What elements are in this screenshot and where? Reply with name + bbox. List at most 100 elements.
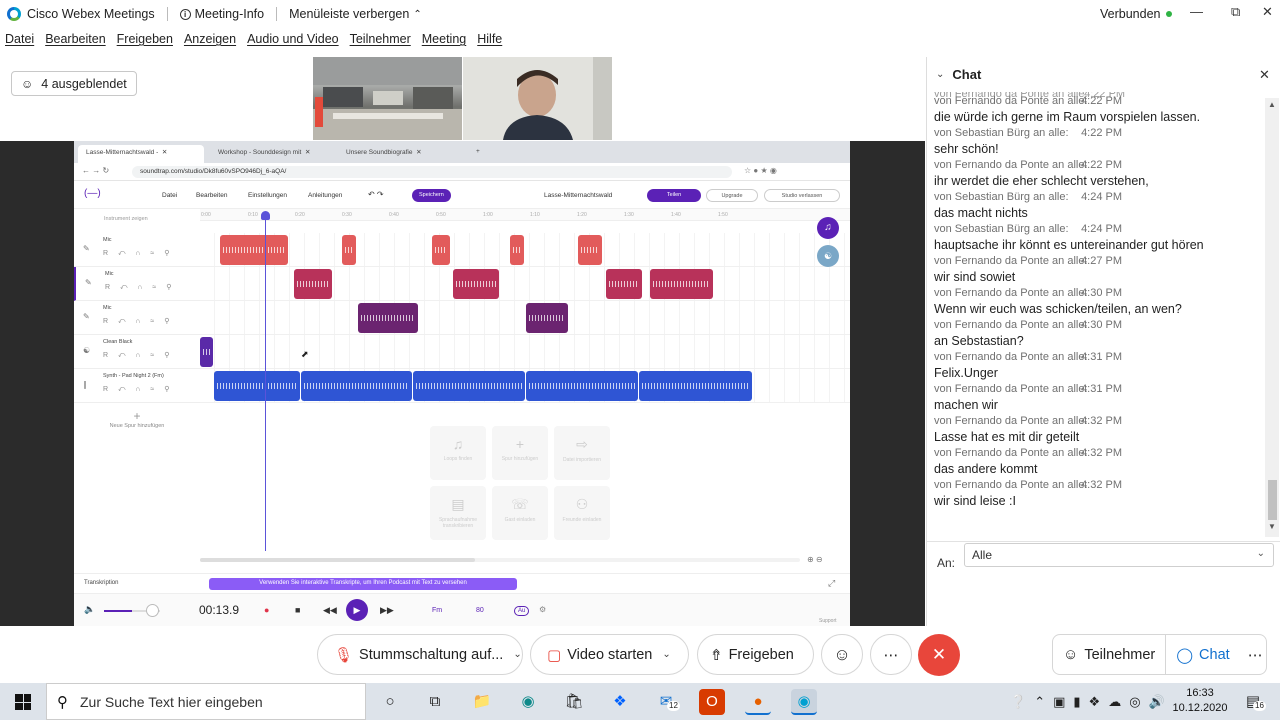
chat-message-text: ihr werdet die eher schlecht verstehen,	[934, 174, 1149, 188]
start-button[interactable]	[0, 683, 46, 720]
chat-message-meta: von Fernando da Ponte an alle: 4:32 PM	[934, 477, 1264, 493]
close-window-button[interactable]: ✕	[1262, 4, 1273, 20]
microphone-muted-icon: 🎙	[334, 646, 354, 664]
file-explorer-icon[interactable]: 📁	[469, 689, 495, 715]
chat-message-meta: von Fernando da Ponte an alle: 4:31 PM	[934, 349, 1264, 365]
cortana-icon[interactable]: ○	[377, 689, 403, 715]
chat-time: 4:24 PM	[1081, 223, 1123, 235]
battery-icon[interactable]: ▮	[1073, 694, 1080, 710]
chat-message-meta: von Sebastian Bürg an alle: 4:22 PM	[934, 125, 1264, 141]
shared-screen: Lasse-Mitternachtswald - ✕ Workshop - So…	[74, 141, 850, 626]
chat-sender: von Sebastian Bürg an alle:	[934, 223, 1069, 235]
menu-meeting[interactable]: Meeting	[422, 32, 466, 52]
more-panels-icon[interactable]: ⋯	[1248, 646, 1263, 664]
firefox-icon[interactable]: ●	[745, 689, 771, 715]
key-label: Fm	[432, 607, 443, 614]
tile-icon: ⇨	[576, 436, 588, 452]
recipient-select[interactable]: Alle ⌄	[964, 543, 1274, 567]
audio-clip	[413, 371, 525, 401]
audio-clip	[200, 337, 213, 367]
ruler-tick: 1:10	[530, 212, 540, 218]
menu-datei[interactable]: Datei	[5, 32, 34, 52]
wifi-icon[interactable]: ◎	[1129, 694, 1140, 710]
timeline-ruler: 0:00 0:10 0:20 0:30 0:40 0:50 1:00 1:10 1:20 1:30…	[200, 209, 850, 221]
recipient-value: Alle	[972, 548, 993, 562]
leave-meeting-button[interactable]: ✕	[918, 634, 960, 676]
more-options-button[interactable]: ⋯	[870, 634, 912, 675]
empty-state-tile: ⚇ Freunde einladen	[554, 486, 610, 540]
office-icon[interactable]: O	[699, 689, 725, 715]
participant-video-room[interactable]	[313, 57, 462, 140]
edge-icon[interactable]: ◉	[515, 689, 541, 715]
connection-status-label: Verbunden	[1100, 7, 1161, 21]
hidden-participants-button[interactable]: ☺ 4 ausgeblendet	[11, 71, 137, 96]
close-chat-button[interactable]: ✕	[1259, 67, 1270, 83]
chat-message: von Fernando da Ponte an alle: 4:32 PM La…	[934, 413, 1264, 445]
start-video-button[interactable]: ▢ Video starten ⌄	[530, 634, 689, 675]
ruler-tick: 0:50	[436, 212, 446, 218]
scrollbar-thumb[interactable]	[1268, 480, 1277, 520]
menu-anzeigen[interactable]: Anzeigen	[184, 32, 236, 52]
playhead	[261, 211, 270, 551]
taskbar-search-input[interactable]: ⚲ Zur Suche Text hier eingeben	[46, 683, 366, 720]
share-button[interactable]: ⇮ Freigeben	[697, 634, 814, 675]
chat-message: von Fernando da Ponte an alle: 4:22 PM ih…	[934, 157, 1264, 189]
chat-time: 4:30 PM	[1081, 319, 1123, 331]
taskbar-clock[interactable]: 16:33 10.12.2020	[1170, 686, 1230, 716]
chat-sender: von Fernando da Ponte an alle:	[934, 479, 1088, 491]
menu-hilfe[interactable]: Hilfe	[477, 32, 502, 52]
chat-scrollbar[interactable]: ▲ ▼	[1265, 98, 1279, 537]
track-name: Synth - Pad Night 2 (Fm)	[103, 373, 164, 379]
track-type-icon: ∥	[83, 380, 87, 389]
search-icon: ⚲	[57, 693, 68, 711]
store-icon[interactable]: 🛍	[561, 689, 587, 715]
help-icon[interactable]: ❔	[1010, 694, 1026, 710]
participants-button[interactable]: Teilnehmer	[1084, 647, 1155, 663]
chat-time: 4:31 PM	[1081, 351, 1123, 363]
undo-icon: ↶ ↷	[368, 190, 384, 199]
dropbox-tray-icon[interactable]: ❖	[1089, 694, 1101, 710]
volume-icon[interactable]: 🔊	[1149, 694, 1165, 710]
chat-message-text: wir sind sowiet	[934, 270, 1016, 284]
menu-teilnehmer[interactable]: Teilnehmer	[350, 32, 411, 52]
restore-button[interactable]: ⧉	[1231, 4, 1240, 20]
mail-icon[interactable]: ✉ 12	[653, 689, 680, 715]
chat-button[interactable]: Chat	[1199, 647, 1230, 663]
participant-video-person[interactable]	[463, 57, 612, 140]
chat-message-input[interactable]	[927, 571, 1280, 626]
device-icon[interactable]: ▣	[1053, 694, 1065, 710]
cloud-icon[interactable]: ☁	[1108, 694, 1121, 710]
menu-bearbeiten[interactable]: Bearbeiten	[45, 32, 105, 52]
hide-menu-button[interactable]: Menüleiste verbergen ⌃	[289, 7, 422, 21]
dropbox-icon[interactable]: ❖	[607, 689, 633, 715]
meeting-info-button[interactable]: i Meeting-Info	[179, 7, 264, 21]
task-view-icon[interactable]: ⧉	[422, 689, 448, 715]
chat-time: 4:31 PM	[1081, 383, 1123, 395]
chevron-down-icon[interactable]: ⌄	[513, 649, 521, 660]
mute-button[interactable]: 🎙 Stummschaltung auf... ⌄	[317, 634, 523, 675]
webex-logo-icon	[7, 7, 21, 21]
webex-taskbar-icon[interactable]: ◉	[791, 689, 817, 715]
chevron-down-icon[interactable]: ⌄	[936, 69, 944, 80]
menu-audio-video[interactable]: Audio und Video	[247, 32, 339, 52]
project-name: Lasse-Mitternachtswald	[544, 192, 613, 199]
track-lane	[200, 233, 850, 267]
minimize-button[interactable]: —	[1190, 4, 1203, 19]
chat-message: von Fernando da Ponte an alle: 4:30 PM an…	[934, 317, 1264, 349]
chat-sender: von Sebastian Bürg an alle:	[934, 127, 1069, 139]
chat-message-meta: von Fernando da Ponte an alle: 4:22 PM	[934, 157, 1264, 173]
chat-sender: von Fernando da Ponte an alle:	[934, 383, 1088, 395]
track-lane	[200, 267, 850, 301]
expand-icon: ⤢	[828, 578, 836, 588]
scroll-down-icon[interactable]: ▼	[1268, 522, 1276, 531]
chat-message: von Fernando da Ponte an alle: 4:30 PM We…	[934, 285, 1264, 317]
soundtrap-logo-icon: (—)	[84, 188, 101, 199]
notifications-icon[interactable]: ▤ 16	[1240, 689, 1266, 715]
reactions-button[interactable]: ☺	[821, 634, 863, 675]
clock-time: 16:33	[1186, 687, 1214, 699]
ruler-tick: 0:30	[342, 212, 352, 218]
menu-freigeben[interactable]: Freigeben	[117, 32, 173, 52]
scroll-up-icon[interactable]: ▲	[1268, 100, 1276, 109]
chevron-up-icon[interactable]: ⌃	[1034, 694, 1045, 710]
chevron-down-icon[interactable]: ⌄	[662, 649, 670, 660]
